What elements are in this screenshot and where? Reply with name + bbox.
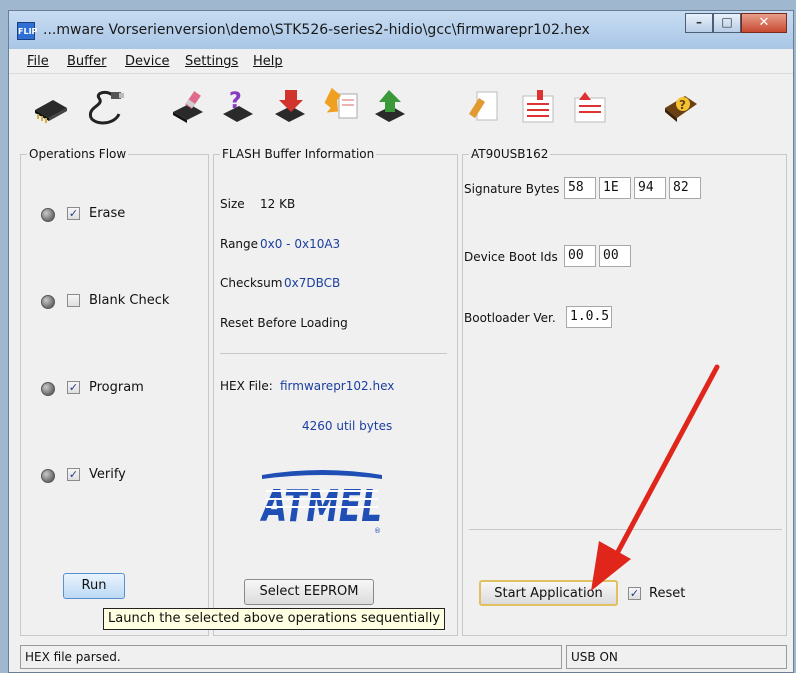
signature-byte-2: 94 (634, 177, 666, 199)
blank-check-icon[interactable]: ? (219, 88, 259, 128)
erase-checkbox[interactable]: ✓ (67, 207, 80, 220)
blank-check-checkbox[interactable] (67, 294, 80, 307)
select-eeprom-button[interactable]: Select EEPROM (244, 579, 374, 605)
verify-label: Verify (89, 467, 126, 482)
edit-buffer-icon[interactable] (519, 88, 559, 128)
hex-file-value: firmwarepr102.hex (280, 379, 395, 393)
size-value: 12 KB (260, 197, 296, 211)
run-tooltip: Launch the selected above operations seq… (103, 608, 446, 630)
minimize-button[interactable]: – (685, 13, 713, 33)
help-book-icon[interactable]: ? (661, 88, 701, 128)
minimize-icon: – (696, 15, 702, 29)
maximize-button[interactable]: □ (713, 13, 741, 33)
atmel-logo: ATMEL ® (260, 470, 382, 535)
load-hex-icon[interactable] (465, 88, 505, 128)
menu-device[interactable]: Device (125, 54, 169, 69)
svg-text:?: ? (679, 98, 686, 112)
blank-check-label: Blank Check (89, 293, 170, 308)
hex-file-label: HEX File: (220, 379, 273, 393)
flip-app-icon: FLIP (17, 22, 37, 40)
bootloader-version-label: Bootloader Ver. (464, 311, 556, 325)
signature-byte-0: 58 (564, 177, 596, 199)
window-title: ...mware Vorserienversion\demo\STK526-se… (43, 22, 590, 38)
menu-buffer[interactable]: Buffer (67, 54, 106, 69)
close-icon: ✕ (758, 15, 770, 30)
toolbar: ? ? (9, 74, 793, 146)
flash-separator (220, 353, 447, 354)
svg-text:?: ? (229, 89, 242, 114)
erase-icon[interactable] (169, 88, 209, 128)
maximize-icon: □ (721, 15, 733, 29)
status-message: HEX file parsed. (20, 645, 562, 669)
erase-label: Erase (89, 206, 126, 221)
device-legend: AT90USB162 (469, 147, 551, 161)
verify-status-led (41, 469, 55, 483)
menu-file[interactable]: File (27, 54, 49, 69)
blank-check-status-led (41, 295, 55, 309)
status-connection: USB ON (566, 645, 787, 669)
program-icon[interactable] (271, 88, 311, 128)
annotation-arrow (591, 364, 720, 591)
program-status-led (41, 382, 55, 396)
range-label: Range (220, 237, 259, 251)
menu-help[interactable]: Help (253, 54, 283, 69)
title-bar[interactable]: FLIP ...mware Vorserienversion\demo\STK5… (9, 11, 793, 49)
signature-byte-1: 1E (599, 177, 631, 199)
caption-buttons: – □ ✕ (685, 13, 787, 33)
usb-communication-icon[interactable] (85, 88, 125, 128)
boot-id-0: 00 (564, 245, 596, 267)
svg-text:®: ® (374, 527, 381, 535)
reset-before-loading[interactable]: Reset Before Loading (220, 316, 348, 330)
operations-flow-panel: Operations Flow ✓ Erase Blank Check ✓ Pr… (20, 147, 209, 636)
bootloader-version-value: 1.0.5 (566, 306, 612, 328)
device-boot-ids-label: Device Boot Ids (464, 250, 558, 264)
save-buffer-icon[interactable] (569, 88, 609, 128)
size-label: Size (220, 197, 245, 211)
flip-window: FLIP ...mware Vorserienversion\demo\STK5… (8, 10, 794, 673)
flash-buffer-legend: FLASH Buffer Information (220, 147, 377, 161)
flash-buffer-panel: FLASH Buffer Information Size 12 KB Rang… (213, 147, 458, 636)
checksum-label: Checksum (220, 276, 283, 290)
menu-settings[interactable]: Settings (185, 54, 238, 69)
signature-byte-3: 82 (669, 177, 701, 199)
signature-bytes-label: Signature Bytes (464, 182, 560, 196)
program-label: Program (89, 380, 144, 395)
verify-checkbox[interactable]: ✓ (67, 468, 80, 481)
verify-icon[interactable] (371, 88, 411, 128)
range-value: 0x0 - 0x10A3 (260, 237, 341, 251)
read-icon[interactable] (321, 88, 361, 128)
run-button[interactable]: Run (63, 573, 125, 599)
menu-bar: File Buffer Device Settings Help (9, 49, 793, 74)
select-device-icon[interactable] (31, 88, 71, 128)
checksum-value: 0x7DBCB (284, 276, 341, 290)
erase-status-led (41, 208, 55, 222)
operations-flow-legend: Operations Flow (27, 147, 129, 161)
program-checkbox[interactable]: ✓ (67, 381, 80, 394)
util-bytes: 4260 util bytes (302, 419, 393, 433)
close-button[interactable]: ✕ (741, 13, 787, 33)
boot-id-1: 00 (599, 245, 631, 267)
